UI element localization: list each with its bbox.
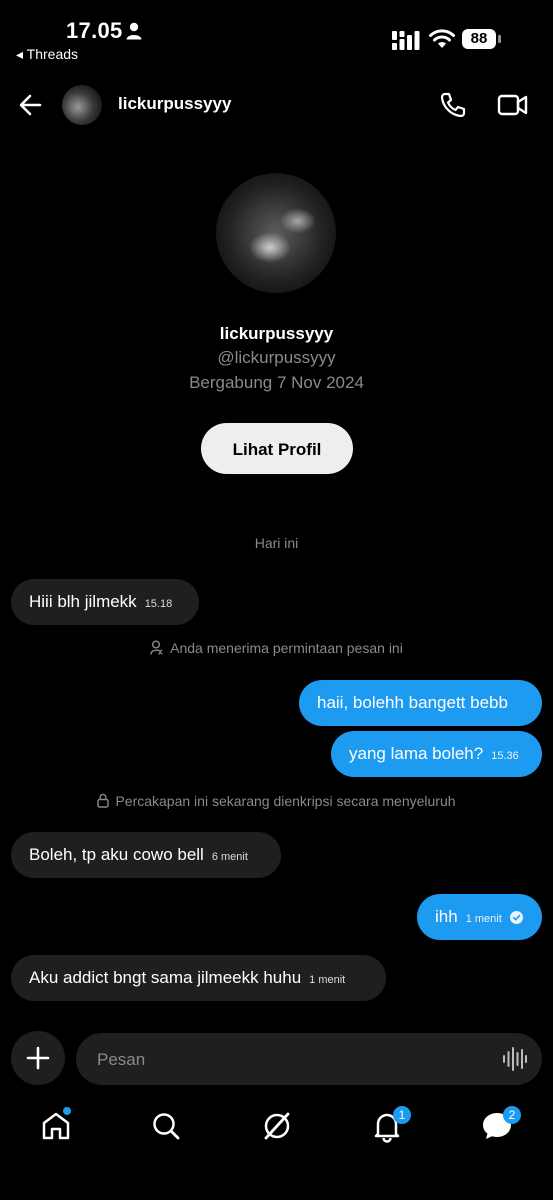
profile-name: lickurpussyyy xyxy=(219,324,334,343)
search-icon xyxy=(153,1113,180,1140)
message-text: haii, bolehh bangett bebb xyxy=(317,693,508,712)
attach-button[interactable] xyxy=(11,1031,65,1085)
video-call-icon[interactable] xyxy=(497,90,529,120)
wifi-icon xyxy=(429,29,455,48)
tab-home[interactable] xyxy=(36,1106,76,1146)
header-username[interactable]: lickurpussyyy xyxy=(118,94,231,114)
header-avatar[interactable] xyxy=(62,85,102,125)
tab-explore[interactable] xyxy=(257,1106,297,1146)
lock-icon xyxy=(97,793,110,808)
explore-icon xyxy=(264,1112,290,1140)
read-check-icon xyxy=(509,911,523,924)
message-text: yang lama boleh? xyxy=(349,744,484,763)
message-text: Hiii blh jilmekk xyxy=(29,592,137,611)
battery-indicator: 88 xyxy=(462,29,502,51)
message-time: 15.36 xyxy=(491,750,519,762)
profile-joined-date: Bergabung 7 Nov 2024 xyxy=(189,373,364,392)
message-incoming[interactable]: Boleh, tp aku cowo bell 6 menit xyxy=(11,832,281,878)
messages-badge: 2 xyxy=(503,1106,521,1124)
message-outgoing[interactable]: ihh 1 menit xyxy=(417,894,542,940)
message-composer xyxy=(76,1033,542,1087)
message-outgoing[interactable]: yang lama boleh? 15.36 xyxy=(331,731,542,777)
tab-search[interactable] xyxy=(146,1106,186,1146)
message-time: 1 menit xyxy=(465,913,502,925)
voice-message-icon[interactable] xyxy=(502,1045,528,1073)
status-time: 17.05 xyxy=(66,18,123,43)
message-incoming[interactable]: Aku addict bngt sama jilmeekk huhu 1 meni… xyxy=(11,955,386,1001)
system-notice-request: Anda menerima permintaan pesan ini xyxy=(0,640,553,656)
message-incoming[interactable]: Hiii blh jilmekk 15.18 xyxy=(11,579,199,625)
profile-handle: @lickurpussyyy xyxy=(217,348,336,367)
home-indicator-dot xyxy=(63,1107,71,1115)
message-time: 6 menit xyxy=(211,851,248,863)
system-notice-encryption: Percakapan ini sekarang dienkripsi secar… xyxy=(0,793,553,809)
message-text: ihh xyxy=(435,907,458,926)
plus-icon xyxy=(26,1046,50,1070)
tab-notifications[interactable]: 1 xyxy=(367,1106,411,1146)
person-icon xyxy=(126,22,142,40)
notifications-badge: 1 xyxy=(393,1106,411,1124)
back-to-threads-link[interactable]: ◂ Threads xyxy=(16,46,78,63)
message-time: 1 menit xyxy=(309,974,346,986)
system-notice-text: Percakapan ini sekarang dienkripsi secar… xyxy=(115,793,456,809)
phone-call-icon[interactable] xyxy=(438,90,468,120)
view-profile-button[interactable]: Lihat Profil xyxy=(201,423,353,474)
person-request-icon xyxy=(150,640,163,655)
message-text: Aku addict bngt sama jilmeekk huhu xyxy=(29,968,302,987)
message-time: 15.18 xyxy=(144,598,173,610)
cellular-signal-icon xyxy=(392,31,420,50)
tab-messages[interactable]: 2 xyxy=(477,1106,521,1146)
message-outgoing[interactable]: haii, bolehh bangett bebb xyxy=(299,680,542,726)
profile-avatar xyxy=(216,173,336,293)
back-arrow-icon[interactable] xyxy=(16,90,46,120)
system-notice-text: Anda menerima permintaan pesan ini xyxy=(170,640,403,656)
battery-level: 88 xyxy=(462,29,496,49)
message-text: Boleh, tp aku cowo bell xyxy=(29,845,204,864)
message-input[interactable] xyxy=(95,1033,479,1087)
day-separator: Hari ini xyxy=(254,535,299,551)
